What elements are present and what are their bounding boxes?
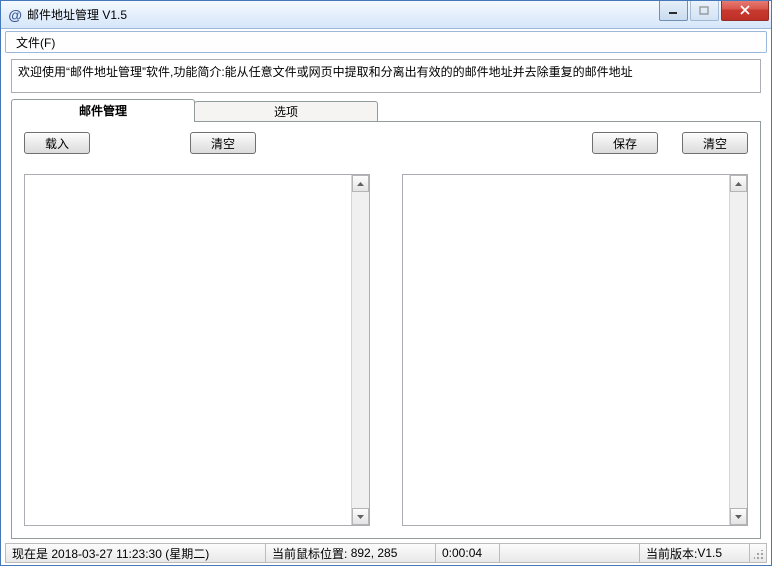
right-pane [402, 174, 748, 526]
menu-bar: 文件(F) [5, 31, 767, 53]
maximize-button[interactable] [690, 1, 719, 21]
status-mouse: 当前鼠标位置: 892, 285 [266, 544, 436, 562]
scroll-track[interactable] [352, 192, 369, 508]
status-now-prefix: 现在是 [12, 545, 48, 562]
window-title: 邮件地址管理 V1.5 [27, 6, 659, 23]
scroll-up-icon[interactable] [730, 175, 747, 192]
right-buttons: 保存 清空 [592, 132, 748, 154]
text-panes [24, 174, 748, 526]
left-buttons: 载入 清空 [24, 132, 256, 154]
tab-panel: 载入 清空 保存 清空 [11, 121, 761, 539]
scroll-track[interactable] [730, 192, 747, 508]
right-textarea[interactable] [402, 174, 748, 526]
description-box[interactable]: 欢迎使用“邮件地址管理”软件,功能简介:能从任意文件或网页中提取和分离出有效的的… [11, 59, 761, 93]
close-icon [739, 5, 751, 15]
menu-file[interactable]: 文件(F) [10, 32, 61, 53]
app-window: @ 邮件地址管理 V1.5 文件(F) 欢迎使用“邮件地址管理”软件,功能简介:… [0, 0, 772, 566]
status-version-prefix: 当前版本: [646, 545, 697, 562]
scroll-down-icon[interactable] [730, 508, 747, 525]
status-mouse-value: 892, 285 [351, 546, 398, 560]
left-pane [24, 174, 370, 526]
chevron-down-icon [357, 515, 364, 519]
left-scrollbar[interactable] [351, 175, 369, 525]
status-mouse-prefix: 当前鼠标位置: [272, 545, 347, 562]
status-now-value: 2018-03-27 11:23:30 (星期二) [51, 545, 209, 562]
chevron-up-icon [357, 182, 364, 186]
window-controls [659, 1, 771, 21]
resize-grip[interactable] [750, 544, 766, 562]
status-now: 现在是 2018-03-27 11:23:30 (星期二) [6, 544, 266, 562]
save-button[interactable]: 保存 [592, 132, 658, 154]
minimize-icon [668, 6, 679, 15]
chevron-up-icon [735, 182, 742, 186]
status-spacer [500, 544, 640, 562]
clear-left-button[interactable]: 清空 [190, 132, 256, 154]
tab-label: 选项 [274, 103, 298, 120]
minimize-button[interactable] [659, 1, 688, 21]
scroll-up-icon[interactable] [352, 175, 369, 192]
button-row: 载入 清空 保存 清空 [24, 132, 748, 164]
tab-label: 邮件管理 [79, 102, 127, 119]
app-icon: @ [7, 7, 23, 23]
status-elapsed: 0:00:04 [436, 544, 500, 562]
tab-options[interactable]: 选项 [194, 101, 378, 121]
clear-right-button[interactable]: 清空 [682, 132, 748, 154]
scroll-down-icon[interactable] [352, 508, 369, 525]
load-button[interactable]: 载入 [24, 132, 90, 154]
tab-row: 邮件管理 选项 [11, 99, 761, 121]
chevron-down-icon [735, 515, 742, 519]
close-button[interactable] [721, 1, 769, 21]
status-version: 当前版本: V1.5 [640, 544, 750, 562]
maximize-icon [699, 6, 710, 15]
title-bar[interactable]: @ 邮件地址管理 V1.5 [1, 1, 771, 29]
left-textarea[interactable] [24, 174, 370, 526]
tab-mail-management[interactable]: 邮件管理 [11, 99, 195, 121]
status-bar: 现在是 2018-03-27 11:23:30 (星期二) 当前鼠标位置: 89… [5, 543, 767, 563]
right-scrollbar[interactable] [729, 175, 747, 525]
status-version-value: V1.5 [697, 546, 722, 560]
